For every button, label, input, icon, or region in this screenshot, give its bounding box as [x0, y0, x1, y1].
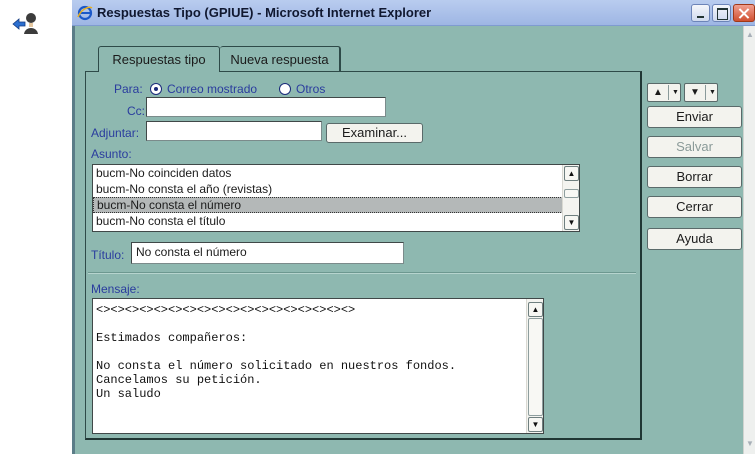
attachment-field[interactable] — [146, 121, 322, 141]
tab-nueva-respuesta[interactable]: Nueva respuesta — [220, 46, 341, 71]
asunto-label: Asunto: — [91, 147, 132, 161]
scroll-up-icon[interactable]: ▲ — [528, 302, 543, 317]
list-item[interactable]: bucm-No consta el título — [93, 213, 579, 229]
asunto-listbox[interactable]: bucm-No coinciden datos bucm-No consta e… — [92, 164, 580, 232]
cc-label: Cc: — [127, 104, 145, 118]
borrar-button[interactable]: Borrar — [647, 166, 742, 188]
mensaje-scrollbar[interactable]: ▲ ▼ — [526, 299, 543, 433]
scroll-thumb[interactable] — [564, 189, 579, 198]
scroll-up-icon[interactable]: ▲ — [564, 166, 579, 181]
list-item[interactable]: bucm-No consta el año (revistas) — [93, 181, 579, 197]
cerrar-button[interactable]: Cerrar — [647, 196, 742, 218]
internet-explorer-icon — [77, 5, 93, 21]
enviar-button[interactable]: Enviar — [647, 106, 742, 128]
list-item-selected[interactable]: bucm-No consta el número — [93, 197, 579, 213]
maximize-button[interactable] — [712, 4, 731, 22]
salvar-button[interactable]: Salvar — [647, 136, 742, 158]
scroll-up-icon[interactable]: ▲ — [746, 31, 754, 39]
close-button[interactable] — [733, 4, 755, 22]
scroll-down-icon[interactable]: ▼ — [528, 417, 543, 432]
minimize-button[interactable] — [691, 4, 710, 22]
dropdown-arrow-icon[interactable]: ▼ — [672, 87, 679, 99]
window-title: Respuestas Tipo (GPIUE) - Microsoft Inte… — [97, 5, 432, 20]
mensaje-text[interactable]: <><><><><><><><><><><><><><><><><><> Est… — [96, 303, 523, 401]
cc-field[interactable] — [146, 97, 386, 117]
asunto-scrollbar[interactable]: ▲ ▼ — [562, 165, 579, 231]
radio-correo-mostrado-label[interactable]: Correo mostrado — [167, 82, 257, 96]
adjuntar-label: Adjuntar: — [91, 126, 140, 140]
examinar-button[interactable]: Examinar... — [326, 123, 423, 143]
page-scrollbar[interactable]: ▲ ▼ — [743, 26, 755, 454]
scroll-thumb[interactable] — [528, 318, 543, 416]
tab-respuestas-tipo[interactable]: Respuestas tipo — [98, 46, 220, 72]
titulo-field[interactable]: No consta el número — [131, 242, 404, 264]
list-item[interactable]: bucm-No coinciden datos — [93, 165, 579, 181]
titulo-label: Título: — [91, 248, 125, 262]
radio-otros-label[interactable]: Otros — [296, 82, 325, 96]
mensaje-label: Mensaje: — [91, 282, 140, 296]
reply-arrow-user-icon[interactable] — [10, 10, 40, 36]
dropdown-arrow-icon[interactable]: ▼ — [709, 87, 716, 99]
previous-item-button[interactable]: ▲ ▼ — [647, 83, 681, 102]
scroll-down-icon[interactable]: ▼ — [564, 215, 579, 230]
ayuda-button[interactable]: Ayuda — [647, 228, 742, 250]
para-label: Para: — [114, 82, 143, 96]
title-bar[interactable]: Respuestas Tipo (GPIUE) - Microsoft Inte… — [72, 0, 755, 26]
mensaje-textarea[interactable]: <><><><><><><><><><><><><><><><><><> Est… — [92, 298, 544, 434]
radio-otros[interactable] — [279, 83, 291, 95]
arrow-down-icon: ▼ — [690, 87, 700, 98]
radio-correo-mostrado[interactable] — [150, 83, 162, 95]
next-item-button[interactable]: ▼ ▼ — [684, 83, 718, 102]
arrow-up-icon: ▲ — [653, 87, 663, 98]
scroll-down-icon[interactable]: ▼ — [746, 440, 754, 448]
divider — [88, 272, 636, 274]
